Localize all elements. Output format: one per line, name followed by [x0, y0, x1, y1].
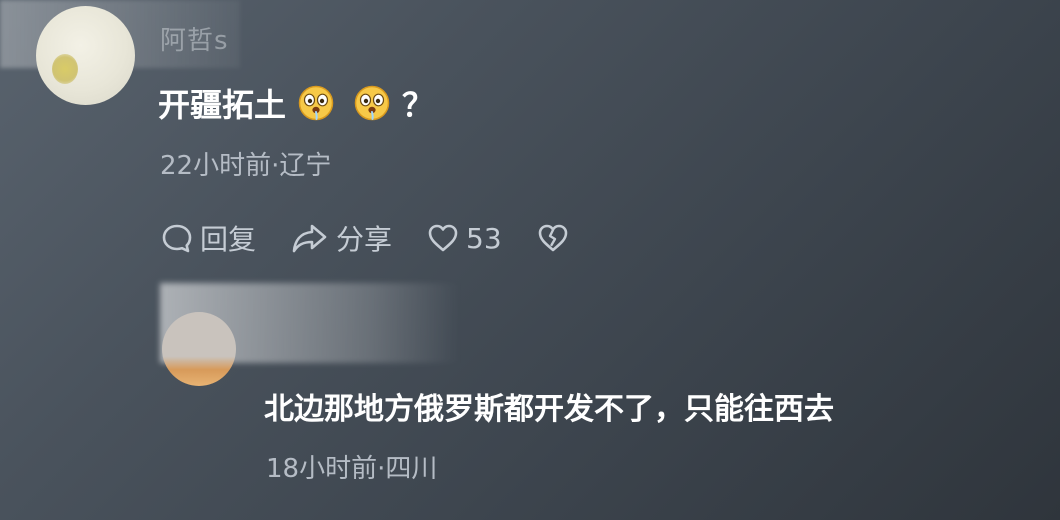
share-arrow-icon	[290, 221, 330, 255]
drooling-face-emoji-icon	[298, 85, 334, 121]
broken-heart-icon	[536, 222, 570, 254]
reply-meta: 18小时前·四川	[266, 454, 438, 484]
reply-button[interactable]: 回复	[160, 218, 256, 258]
reply-text: 北边那地方俄罗斯都开发不了，只能往西去	[264, 392, 834, 427]
comment-body: 开疆拓土	[158, 86, 287, 124]
main-comment: 阿哲s 开疆拓土 ？ 22小时前·辽宁 回复 分享 53	[0, 0, 1060, 270]
comment-trailing-mark: ？	[402, 86, 435, 124]
drooling-face-emoji-icon	[354, 85, 390, 121]
comment-bubble-icon	[160, 221, 194, 255]
username[interactable]: 阿哲s	[160, 20, 229, 57]
dislike-button[interactable]	[536, 222, 570, 254]
comment-text: 开疆拓土 ？	[158, 80, 434, 126]
like-button[interactable]: 53	[426, 222, 502, 255]
heart-icon	[426, 222, 460, 254]
reply-avatar[interactable]	[162, 312, 236, 386]
avatar[interactable]	[36, 6, 135, 105]
share-label: 分享	[336, 223, 393, 256]
comment-actions: 回复 分享 53	[160, 218, 604, 258]
share-button[interactable]: 分享	[290, 218, 392, 258]
like-count: 53	[466, 221, 502, 255]
comment-meta: 22小时前·辽宁	[160, 151, 332, 181]
reply-label: 回复	[200, 223, 257, 256]
